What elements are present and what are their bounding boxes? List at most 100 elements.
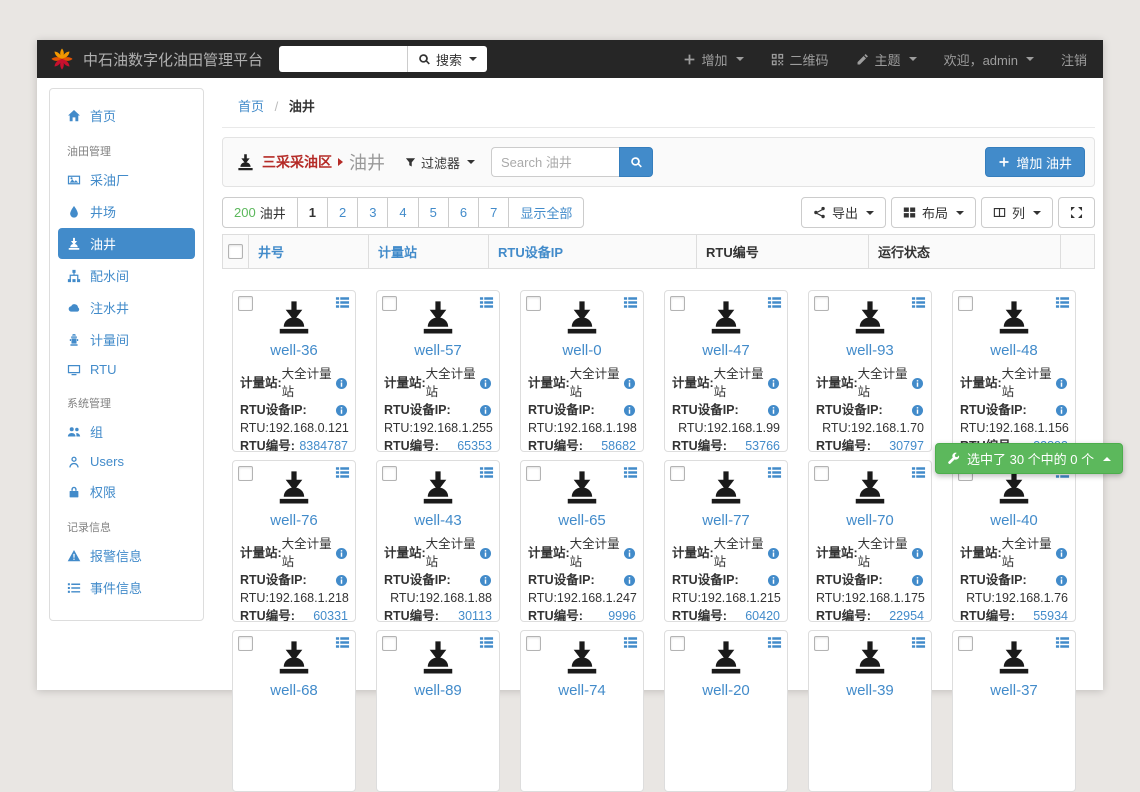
card-checkbox[interactable] — [814, 296, 829, 311]
info-icon[interactable] — [767, 547, 780, 560]
info-icon[interactable] — [911, 404, 924, 417]
rtu-number-link[interactable]: 8384787 — [299, 437, 348, 452]
info-icon[interactable] — [623, 377, 636, 390]
brand-link[interactable]: 中石油数字化油田管理平台 — [49, 46, 263, 72]
sidebar-item-oil-well[interactable]: 油井 — [58, 228, 195, 259]
info-icon[interactable] — [335, 404, 348, 417]
well-name-link[interactable]: well-70 — [809, 512, 931, 529]
card-checkbox[interactable] — [526, 296, 541, 311]
well-name-link[interactable]: well-57 — [377, 342, 499, 359]
card-menu-icon[interactable] — [1055, 295, 1070, 310]
navbar-item-theme[interactable]: 主题 — [856, 50, 917, 69]
card-checkbox[interactable] — [958, 636, 973, 651]
rtu-number-link[interactable]: 22954 — [889, 607, 924, 622]
info-icon[interactable] — [335, 574, 348, 587]
rtu-number-link[interactable]: 30797 — [889, 437, 924, 452]
show-all-button[interactable]: 显示全部 — [508, 197, 584, 228]
well-name-link[interactable]: well-47 — [665, 342, 787, 359]
columns-button[interactable]: 列 — [981, 197, 1053, 228]
rtu-number-link[interactable]: 58682 — [601, 437, 636, 452]
sidebar-item-injection-well[interactable]: 注水井 — [58, 292, 195, 323]
well-name-link[interactable]: well-68 — [233, 682, 355, 699]
sidebar-item-permissions[interactable]: 权限 — [58, 476, 195, 507]
card-checkbox[interactable] — [670, 296, 685, 311]
well-name-link[interactable]: well-40 — [953, 512, 1075, 529]
info-icon[interactable] — [623, 547, 636, 560]
add-entity-button[interactable]: 增加 油井 — [985, 147, 1085, 177]
card-checkbox[interactable] — [814, 466, 829, 481]
info-icon[interactable] — [911, 574, 924, 587]
breadcrumb-home-link[interactable]: 首页 — [238, 99, 264, 114]
info-icon[interactable] — [479, 377, 492, 390]
well-name-link[interactable]: well-76 — [233, 512, 355, 529]
info-icon[interactable] — [335, 547, 348, 560]
card-checkbox[interactable] — [382, 296, 397, 311]
selection-dropdown-button[interactable]: 选中了 30 个中的 0 个 — [935, 443, 1123, 474]
column-sort-link[interactable]: 计量站 — [378, 242, 417, 261]
well-name-link[interactable]: well-37 — [953, 682, 1075, 699]
rtu-number-link[interactable]: 60420 — [745, 607, 780, 622]
layout-button[interactable]: 布局 — [891, 197, 976, 228]
scope-link[interactable]: 三采采油区 — [262, 152, 347, 172]
card-menu-icon[interactable] — [479, 465, 494, 480]
card-menu-icon[interactable] — [911, 465, 926, 480]
well-name-link[interactable]: well-0 — [521, 342, 643, 359]
card-checkbox[interactable] — [382, 636, 397, 651]
well-name-link[interactable]: well-93 — [809, 342, 931, 359]
navbar-item-welcome[interactable]: 欢迎，admin — [944, 50, 1034, 69]
card-checkbox[interactable] — [814, 636, 829, 651]
rtu-number-link[interactable]: 65353 — [457, 437, 492, 452]
sidebar-item-event-info[interactable]: 事件信息 — [58, 572, 195, 603]
info-icon[interactable] — [767, 404, 780, 417]
card-menu-icon[interactable] — [623, 635, 638, 650]
export-button[interactable]: 导出 — [801, 197, 886, 228]
info-icon[interactable] — [479, 547, 492, 560]
well-name-link[interactable]: well-89 — [377, 682, 499, 699]
card-checkbox[interactable] — [238, 296, 253, 311]
card-checkbox[interactable] — [670, 466, 685, 481]
card-menu-icon[interactable] — [335, 465, 350, 480]
sidebar-item-oil-plant[interactable]: 采油厂 — [58, 164, 195, 195]
card-checkbox[interactable] — [238, 636, 253, 651]
info-icon[interactable] — [1055, 574, 1068, 587]
sidebar-item-well-site[interactable]: 井场 — [58, 196, 195, 227]
info-icon[interactable] — [1055, 547, 1068, 560]
sidebar-item-rtu[interactable]: RTU — [58, 356, 195, 383]
navbar-search-input[interactable] — [279, 46, 407, 72]
page-button-1[interactable]: 1 — [297, 197, 328, 228]
expand-button[interactable] — [1058, 197, 1095, 228]
page-button-2[interactable]: 2 — [327, 197, 358, 228]
well-name-link[interactable]: well-77 — [665, 512, 787, 529]
info-icon[interactable] — [335, 377, 348, 390]
card-menu-icon[interactable] — [623, 295, 638, 310]
info-icon[interactable] — [623, 404, 636, 417]
well-name-link[interactable]: well-48 — [953, 342, 1075, 359]
page-button-4[interactable]: 4 — [387, 197, 418, 228]
well-name-link[interactable]: well-36 — [233, 342, 355, 359]
info-icon[interactable] — [623, 574, 636, 587]
card-checkbox[interactable] — [238, 466, 253, 481]
card-checkbox[interactable] — [526, 636, 541, 651]
card-menu-icon[interactable] — [335, 635, 350, 650]
well-name-link[interactable]: well-74 — [521, 682, 643, 699]
card-menu-icon[interactable] — [335, 295, 350, 310]
page-button-3[interactable]: 3 — [357, 197, 388, 228]
info-icon[interactable] — [479, 404, 492, 417]
entity-search-input[interactable] — [491, 147, 619, 177]
navbar-search-button[interactable]: 搜索 — [407, 46, 487, 72]
rtu-number-link[interactable]: 55934 — [1033, 607, 1068, 622]
well-name-link[interactable]: well-39 — [809, 682, 931, 699]
sidebar-item-home[interactable]: 首页 — [58, 100, 195, 131]
info-icon[interactable] — [767, 377, 780, 390]
card-checkbox[interactable] — [382, 466, 397, 481]
card-menu-icon[interactable] — [479, 295, 494, 310]
card-menu-icon[interactable] — [479, 635, 494, 650]
card-checkbox[interactable] — [526, 466, 541, 481]
card-menu-icon[interactable] — [911, 295, 926, 310]
card-menu-icon[interactable] — [911, 635, 926, 650]
card-menu-icon[interactable] — [767, 635, 782, 650]
sidebar-item-alarm-info[interactable]: 报警信息 — [58, 540, 195, 571]
entity-search-button[interactable] — [619, 147, 653, 177]
card-checkbox[interactable] — [958, 296, 973, 311]
sidebar-item-groups[interactable]: 组 — [58, 416, 195, 447]
